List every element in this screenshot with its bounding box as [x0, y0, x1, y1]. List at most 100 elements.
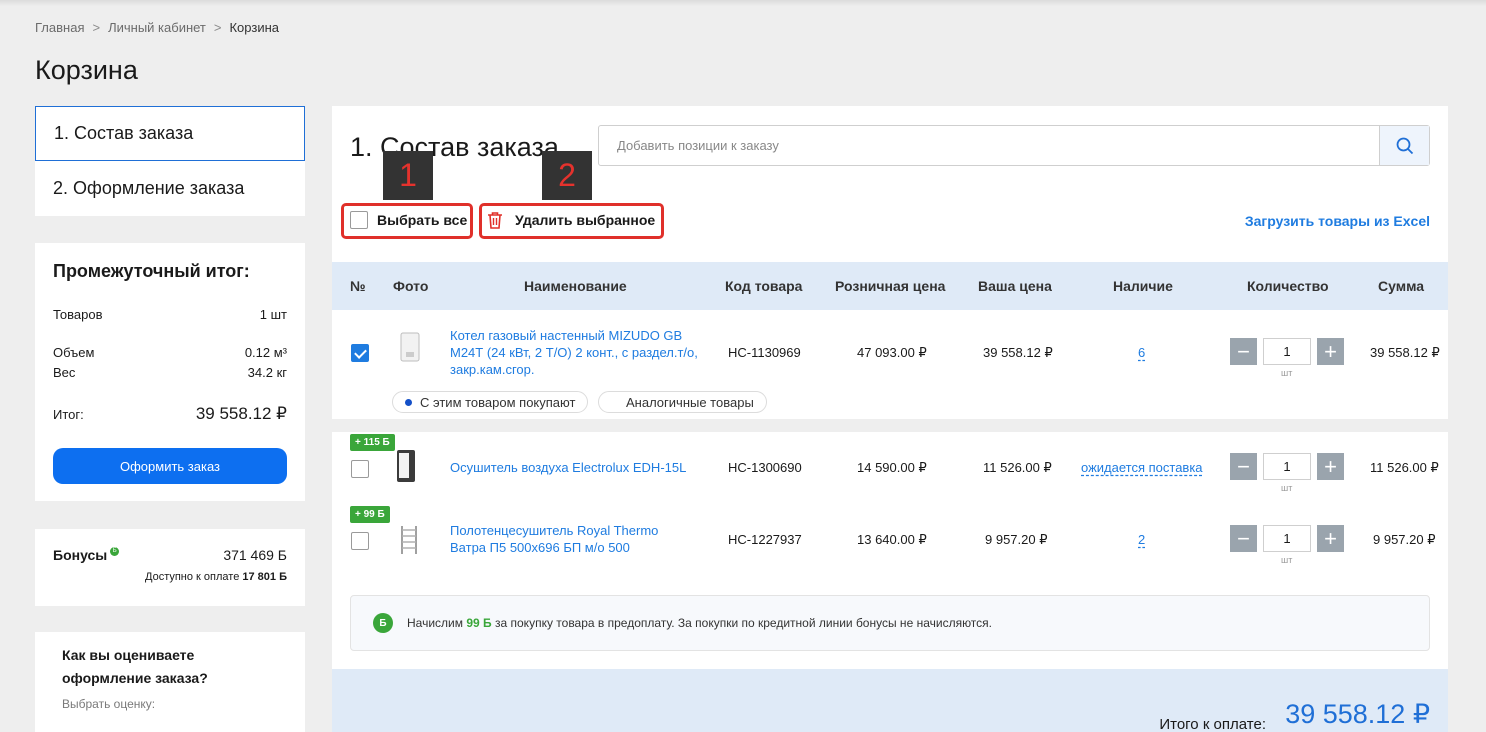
minus-icon[interactable]: −: [1230, 525, 1257, 552]
your-price: 11 526.00 ₽: [983, 460, 1052, 475]
top-shadow: [0, 0, 1486, 6]
retail-price: 47 093.00 ₽: [857, 345, 927, 360]
product-image[interactable]: [396, 524, 422, 556]
trash-icon: [488, 212, 502, 229]
breadcrumb-cabinet[interactable]: Личный кабинет: [108, 20, 206, 35]
product-code: НС-1130969: [728, 345, 801, 360]
minus-icon[interactable]: −: [1230, 338, 1257, 365]
col-photo: Фото: [393, 278, 429, 294]
upload-excel-link[interactable]: Загрузить товары из Excel: [1245, 213, 1430, 229]
similar-goods-tag[interactable]: Аналогичные товары: [598, 391, 767, 413]
search-icon: [1396, 137, 1413, 154]
plus-icon[interactable]: +: [1317, 338, 1344, 365]
also-buy-label: С этим товаром покупают: [420, 394, 576, 410]
notice-points: 99 Б: [466, 616, 492, 630]
col-sum: Сумма: [1378, 278, 1425, 294]
breadcrumb-separator: >: [92, 20, 101, 35]
quantity-input[interactable]: 1: [1263, 338, 1311, 365]
row-checkbox[interactable]: [351, 532, 369, 550]
plus-icon[interactable]: +: [1317, 525, 1344, 552]
availability-link[interactable]: 6: [1138, 345, 1145, 360]
product-code: НС-1300690: [728, 460, 802, 475]
product-name[interactable]: Осушитель воздуха Electrolux EDH-15L: [450, 459, 710, 476]
page-title: Корзина: [35, 55, 138, 85]
quantity-stepper: − 1 +: [1230, 338, 1344, 365]
place-order-button[interactable]: Оформить заказ: [53, 448, 287, 484]
row-checkbox[interactable]: [351, 344, 369, 362]
bonus-available: Доступно к оплате 17 801 Б: [53, 571, 287, 583]
col-code: Код товара: [725, 278, 803, 294]
bonus-icon: Б: [110, 547, 120, 556]
product-code: НС-1227937: [728, 532, 802, 547]
subtotal-title: Промежуточный итог:: [53, 261, 250, 281]
unit-label: шт: [1281, 555, 1293, 565]
annotation-tag-2: 2: [542, 151, 592, 200]
row-separator: [332, 419, 1448, 432]
availability-link[interactable]: ожидается поставка: [1081, 460, 1203, 475]
row-sum: 39 558.12 ₽: [1370, 345, 1440, 360]
row-sum: 9 957.20 ₽: [1373, 532, 1436, 547]
total-to-pay-label: Итого к оплате:: [1159, 716, 1266, 732]
col-number: №: [350, 278, 366, 294]
product-name[interactable]: Полотенцесушитель Royal Thermo Ватра П5 …: [450, 522, 675, 556]
rating-hint: Выбрать оценку:: [62, 697, 156, 711]
unit-label: шт: [1281, 483, 1293, 493]
quantity-input[interactable]: 1: [1263, 525, 1311, 552]
unit-label: шт: [1281, 368, 1293, 378]
subtotal-panel: Промежуточный итог: Товаров 1 шт Объем 0…: [35, 243, 305, 501]
product-image[interactable]: [394, 448, 418, 484]
search-button[interactable]: [1379, 126, 1429, 165]
table-row: + 99 Б Полотенцесушитель Royal Thermo Ва…: [332, 502, 1448, 582]
quantity-input[interactable]: 1: [1263, 453, 1311, 480]
col-your-price: Ваша цена: [978, 278, 1052, 294]
steps-nav: 1. Состав заказа 2. Оформление заказа: [35, 106, 305, 216]
items-label: Товаров: [53, 306, 103, 322]
quantity-stepper: − 1 +: [1230, 453, 1344, 480]
bonus-badge: + 99 Б: [350, 506, 390, 523]
items-value: 1 шт: [259, 306, 287, 322]
order-composition-panel: 1. Состав заказа 1 2 Выбрать все Удалить…: [332, 106, 1448, 732]
table-header: № Фото Наименование Код товара Розничная…: [332, 262, 1448, 310]
quantity-stepper: − 1 +: [1230, 525, 1344, 552]
also-buy-tag[interactable]: С этим товаром покупают: [392, 391, 589, 413]
add-position-search: [598, 125, 1430, 166]
col-quantity: Количество: [1247, 278, 1329, 294]
bonus-label: Бонусы: [53, 547, 108, 563]
bonus-value: 371 469 Б: [223, 547, 287, 563]
retail-price: 14 590.00 ₽: [857, 460, 927, 475]
step-checkout[interactable]: 2. Оформление заказа: [35, 161, 305, 216]
row-checkbox[interactable]: [351, 460, 369, 478]
step-composition[interactable]: 1. Состав заказа: [35, 106, 305, 161]
col-retail-price: Розничная цена: [835, 278, 946, 294]
section-title: 1. Состав заказа: [350, 132, 559, 162]
product-name[interactable]: Котел газовый настенный MIZUDO GB М24Т (…: [450, 327, 700, 378]
col-name: Наименование: [524, 278, 627, 294]
select-all-label: Выбрать все: [377, 212, 468, 228]
notice-text-after: за покупку товара в предоплату. За покуп…: [495, 616, 992, 630]
select-all[interactable]: Выбрать все: [350, 211, 467, 229]
product-image[interactable]: [396, 330, 424, 364]
minus-icon[interactable]: −: [1230, 453, 1257, 480]
search-input[interactable]: [599, 126, 1379, 165]
col-availability: Наличие: [1113, 278, 1173, 294]
weight-value: 34.2 кг: [247, 364, 287, 380]
availability-link[interactable]: 2: [1138, 532, 1145, 547]
total-value: 39 558.12 ₽: [195, 404, 287, 423]
total-label: Итог:: [53, 406, 84, 422]
annotation-tag-1: 1: [383, 151, 433, 200]
breadcrumb: Главная > Личный кабинет > Корзина: [35, 20, 279, 35]
bonus-icon: Б: [373, 613, 393, 633]
rating-panel: Как вы оцениваете оформление заказа? Выб…: [35, 632, 305, 732]
bonus-available-value: 17 801 Б: [242, 571, 287, 583]
breadcrumb-home[interactable]: Главная: [35, 20, 84, 35]
total-row: Итог: 39 558.12 ₽: [53, 404, 287, 424]
select-all-checkbox[interactable]: [350, 211, 368, 229]
delete-selected-button[interactable]: Удалить выбранное: [487, 211, 655, 229]
plus-icon[interactable]: +: [1317, 453, 1344, 480]
volume-row: Объем 0.12 м³: [53, 342, 287, 362]
volume-label: Объем: [53, 344, 95, 360]
bonus-panel: Бонусы Б 371 469 Б Доступно к оплате 17 8…: [35, 529, 305, 606]
total-bar: Итого к оплате: 39 558.12 ₽: [332, 669, 1448, 732]
rating-question: Как вы оцениваете оформление заказа?: [62, 647, 208, 686]
weight-label: Вес: [53, 364, 76, 380]
